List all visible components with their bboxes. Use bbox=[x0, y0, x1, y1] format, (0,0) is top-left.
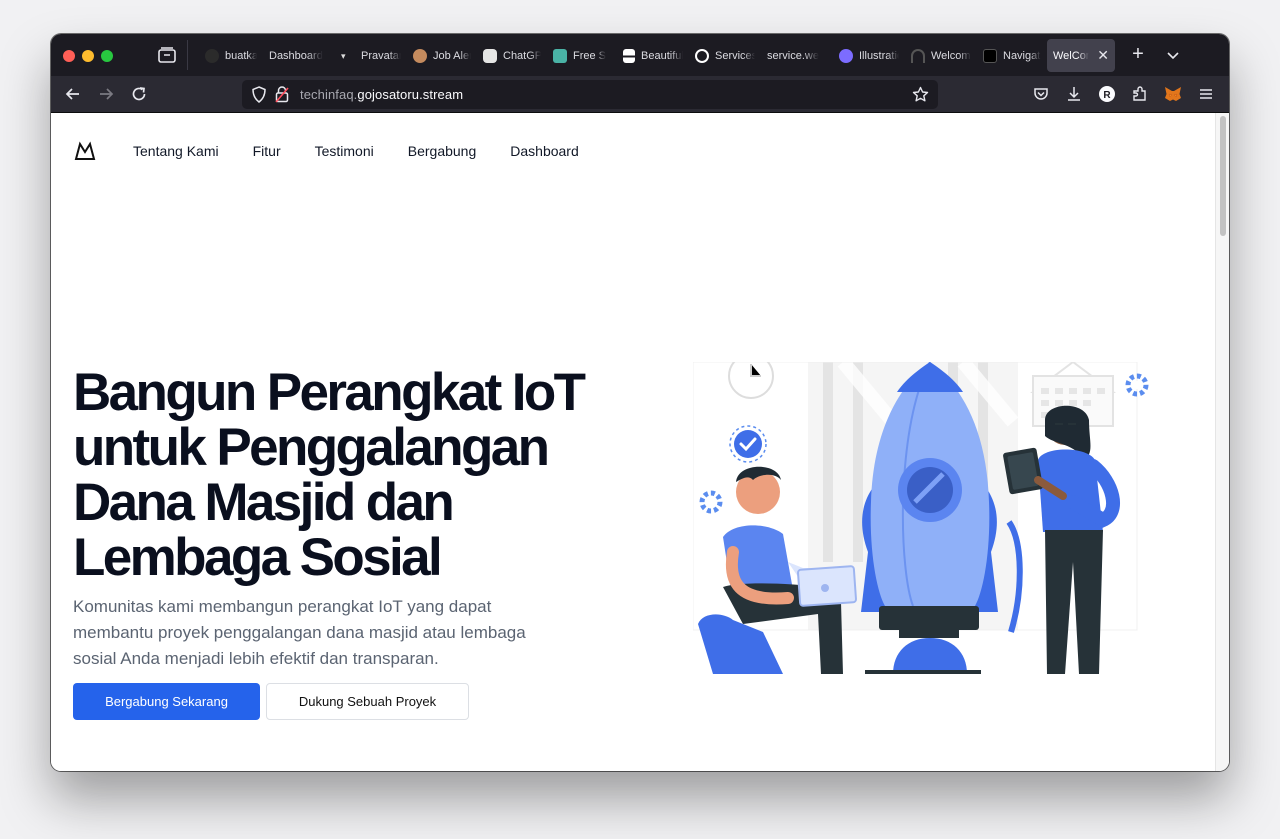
reload-icon[interactable] bbox=[129, 84, 149, 104]
nav-link-fitur[interactable]: Fitur bbox=[253, 143, 281, 159]
tab-job-alert[interactable]: Job Alert bbox=[407, 39, 477, 72]
tab-label: Pravatar bbox=[361, 49, 401, 62]
extensions-puzzle-icon[interactable] bbox=[1130, 84, 1150, 104]
nav-link-bergabung[interactable]: Bergabung bbox=[408, 143, 477, 159]
url-prefix: techinfaq. bbox=[300, 87, 358, 102]
site-logo-icon[interactable] bbox=[74, 141, 96, 161]
address-bar[interactable]: techinfaq.gojosatoru.stream bbox=[242, 80, 938, 109]
document-icon bbox=[553, 48, 567, 63]
tab-navigation[interactable]: Navigation bbox=[977, 39, 1047, 72]
firefox-view-icon[interactable] bbox=[157, 46, 177, 64]
tab-label: Welcome bbox=[931, 49, 971, 62]
tab-label: Services bbox=[715, 49, 755, 62]
window-minimize-button[interactable] bbox=[82, 50, 94, 62]
tab-label: WelCome bbox=[1053, 49, 1089, 62]
support-project-button[interactable]: Dukung Sebuah Proyek bbox=[266, 683, 469, 720]
tab-label: Job Alert bbox=[433, 49, 471, 62]
close-tab-icon[interactable]: ✕ bbox=[1097, 47, 1109, 64]
tab-free-s[interactable]: Free S bbox=[547, 39, 617, 72]
tab-list: buatkan Dashboard ▾ Pravatar Job Alert C… bbox=[199, 39, 1115, 72]
web-page: Tentang Kami Fitur Testimoni Bergabung D… bbox=[51, 113, 1215, 771]
tab-label: Free S bbox=[573, 49, 607, 62]
svg-text:R: R bbox=[1103, 90, 1111, 101]
tab-label: Illustrations bbox=[859, 49, 899, 62]
tab-welcome[interactable]: Welcome bbox=[905, 39, 977, 72]
tab-chatgpt[interactable]: ChatGPT bbox=[477, 39, 547, 72]
nav-link-tentang-kami[interactable]: Tentang Kami bbox=[133, 143, 219, 159]
chatgpt-icon bbox=[483, 48, 497, 63]
tab-label: ChatGPT bbox=[503, 49, 541, 62]
lock-warning-icon[interactable] bbox=[275, 85, 289, 103]
tab-label: buatkan bbox=[225, 49, 257, 62]
services-icon bbox=[695, 48, 709, 63]
new-tab-button[interactable]: + bbox=[1127, 43, 1149, 65]
site-navigation: Tentang Kami Fitur Testimoni Bergabung D… bbox=[133, 143, 613, 159]
tab-label: Navigation bbox=[1003, 49, 1041, 62]
tab-divider bbox=[187, 40, 188, 70]
rocket-team-illustration bbox=[693, 362, 1149, 674]
headphones-icon bbox=[911, 48, 925, 63]
account-r-icon[interactable]: R bbox=[1097, 84, 1117, 104]
bookmark-star-icon[interactable] bbox=[912, 86, 929, 103]
shield-icon[interactable] bbox=[251, 86, 267, 103]
navigation-toolbar: techinfaq.gojosatoru.stream R bbox=[51, 76, 1229, 113]
download-icon[interactable] bbox=[1064, 84, 1084, 104]
pravatar-icon: ▾ bbox=[341, 50, 346, 61]
hamburger-menu-icon[interactable] bbox=[1196, 84, 1216, 104]
forward-arrow-icon[interactable] bbox=[96, 84, 116, 104]
github-icon bbox=[205, 48, 219, 63]
tab-illustrations[interactable]: Illustrations bbox=[833, 39, 905, 72]
tab-label: Dashboard bbox=[269, 49, 323, 62]
chevron-down-icon[interactable] bbox=[1163, 45, 1183, 65]
unsplash-icon bbox=[623, 48, 635, 63]
page-scrollbar[interactable] bbox=[1215, 113, 1229, 771]
tab-buatkan[interactable]: buatkan bbox=[199, 39, 263, 72]
tab-services[interactable]: Services bbox=[689, 39, 761, 72]
pen-icon bbox=[983, 48, 997, 63]
nav-link-dashboard[interactable]: Dashboard bbox=[510, 143, 579, 159]
window-maximize-button[interactable] bbox=[101, 50, 113, 62]
tab-welcome-active[interactable]: WelCome ✕ bbox=[1047, 39, 1115, 72]
url-domain: gojosatoru.stream bbox=[357, 87, 464, 102]
hero-title: Bangun Perangkat IoT untuk Penggalangan … bbox=[73, 363, 586, 587]
tab-service-we[interactable]: service.we bbox=[761, 39, 833, 72]
pocket-icon[interactable] bbox=[1031, 84, 1051, 104]
tab-label: Beautiful bbox=[641, 49, 683, 62]
back-arrow-icon[interactable] bbox=[63, 84, 83, 104]
avatar-icon bbox=[413, 48, 427, 63]
url-text[interactable]: techinfaq.gojosatoru.stream bbox=[300, 87, 463, 102]
tab-strip: buatkan Dashboard ▾ Pravatar Job Alert C… bbox=[51, 34, 1229, 76]
window-close-button[interactable] bbox=[63, 50, 75, 62]
hero-subtitle: Komunitas kami membangun perangkat IoT y… bbox=[73, 597, 526, 668]
browser-window: buatkan Dashboard ▾ Pravatar Job Alert C… bbox=[51, 34, 1229, 771]
tab-dashboard[interactable]: Dashboard bbox=[263, 39, 335, 72]
tab-beautiful[interactable]: Beautiful bbox=[617, 39, 689, 72]
join-now-button[interactable]: Bergabung Sekarang bbox=[73, 683, 260, 720]
tab-pravatar[interactable]: ▾ Pravatar bbox=[335, 39, 407, 72]
storyset-icon bbox=[839, 48, 853, 63]
nav-link-testimoni[interactable]: Testimoni bbox=[315, 143, 374, 159]
tab-label: service.we bbox=[767, 49, 819, 62]
metamask-fox-icon[interactable] bbox=[1163, 84, 1183, 104]
scrollbar-thumb[interactable] bbox=[1220, 116, 1226, 236]
